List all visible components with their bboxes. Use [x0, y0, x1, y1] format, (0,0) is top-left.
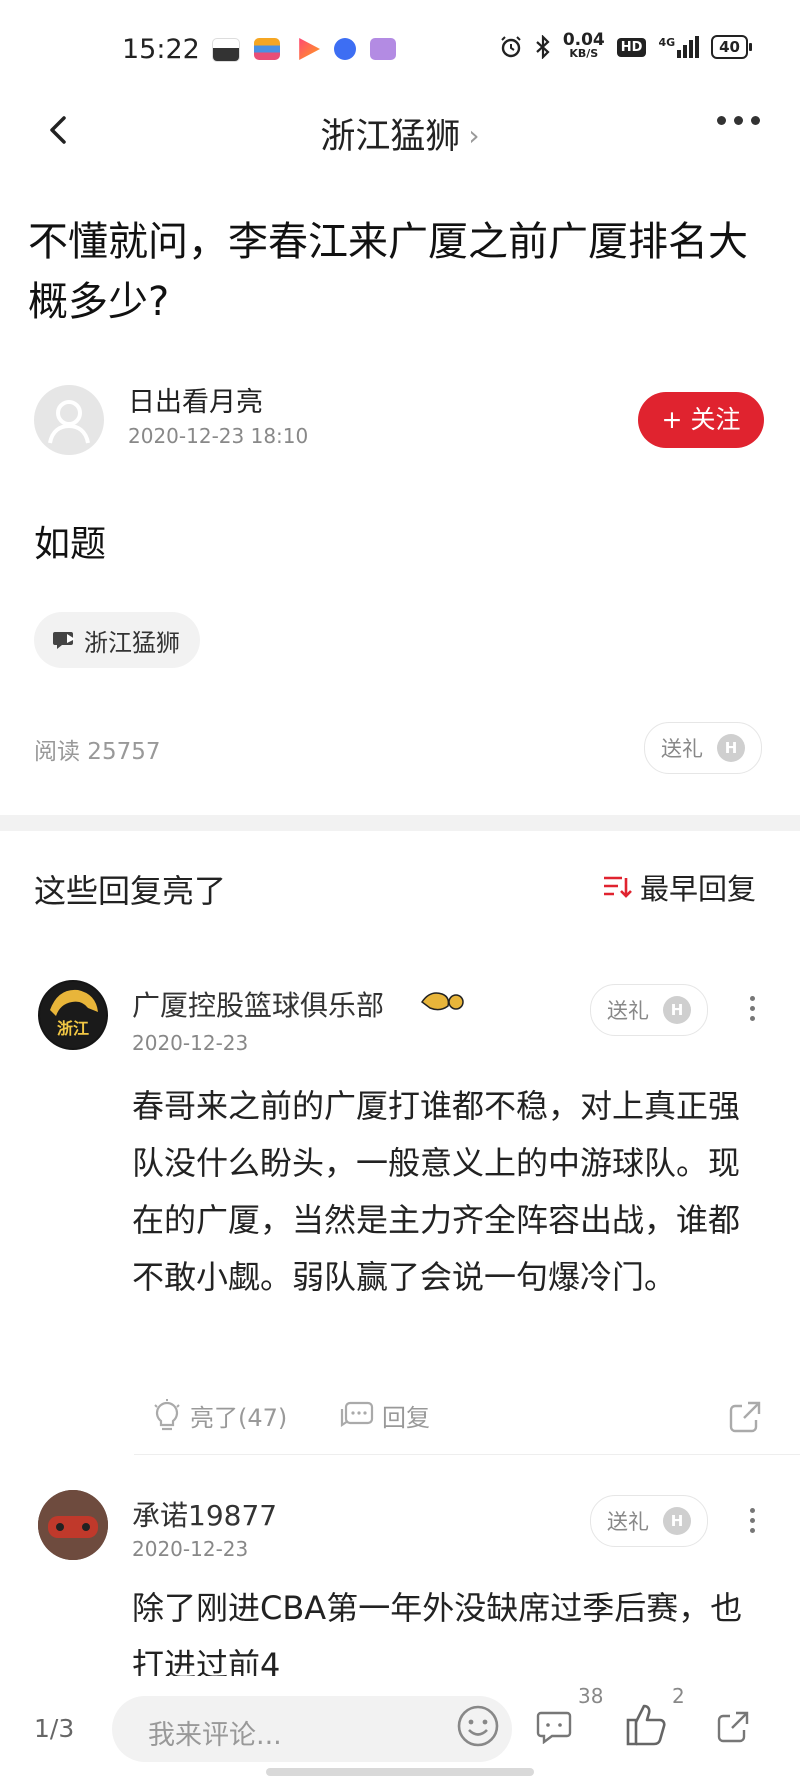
team-badge-icon	[420, 992, 464, 1011]
gallery-notification-icon	[370, 38, 396, 60]
comment-time: 2020-12-23	[132, 1031, 249, 1055]
topic-tag[interactable]: 浙江猛狮	[34, 612, 200, 668]
comment-text: 除了刚进CBA第一年外没缺席过季后赛，也打进过前4	[132, 1589, 743, 1676]
comments-button[interactable]	[536, 1710, 572, 1748]
user-silhouette-icon	[48, 400, 90, 444]
highlighted-replies-title: 这些回复亮了	[34, 872, 227, 910]
like-count: 2	[672, 1684, 685, 1708]
comment-more-button[interactable]	[750, 996, 755, 1021]
comment-text: 春哥来之前的广厦打谁都不稳，对上真正强队没什么盼头，一般意义上的中游球队。现在的…	[132, 1087, 741, 1296]
comment-divider	[134, 1454, 800, 1455]
alarm-icon	[501, 36, 521, 58]
gamepad-avatar-icon	[38, 1490, 108, 1560]
comment-count: 38	[578, 1684, 604, 1708]
club-logo-icon: 浙江	[40, 982, 106, 1048]
read-count: 阅读 25757	[34, 739, 161, 765]
topic-tag-icon	[53, 632, 75, 649]
comment-more-button[interactable]	[750, 1508, 755, 1533]
comment-avatar[interactable]	[38, 1490, 108, 1560]
post-title: 不懂就问，李春江来广厦之前广厦排名大概多少?	[28, 219, 748, 325]
emoji-icon	[457, 1705, 499, 1747]
gift-label: 送礼	[607, 1510, 649, 1534]
topic-tag-label: 浙江猛狮	[84, 628, 180, 657]
comment-bubble-icon	[536, 1711, 572, 1745]
post-time: 2020-12-23 18:10	[128, 424, 309, 448]
like-post-button[interactable]	[622, 1700, 670, 1752]
gift-label: 送礼	[661, 737, 703, 761]
status-icons: 0.04 KB/S HD 4G 40	[499, 30, 752, 61]
comment-author-name[interactable]: 承诺19877	[132, 1494, 277, 1534]
comment-placeholder: 我来评论...	[148, 1720, 282, 1751]
comment-author-name[interactable]: 广厦控股篮球俱乐部	[132, 984, 384, 1024]
bluetooth-icon	[536, 35, 550, 59]
h-coin-icon: H	[663, 996, 691, 1024]
sort-button[interactable]: 最早回复	[602, 866, 756, 908]
app-notification-icon	[212, 38, 240, 62]
share-icon	[717, 1711, 749, 1743]
section-divider	[0, 815, 800, 831]
gift-button[interactable]: 送礼 H	[644, 722, 762, 774]
post-body: 如题	[34, 524, 107, 565]
page-indicator[interactable]: 1/3	[34, 1714, 74, 1743]
more-options-button[interactable]	[717, 116, 760, 125]
h-coin-icon: H	[663, 1507, 691, 1535]
net-speed: 0.04 KB/S	[562, 30, 605, 61]
follow-button[interactable]: + 关注	[638, 392, 764, 448]
hd-badge: HD	[616, 37, 647, 57]
gift-label: 送礼	[607, 999, 649, 1023]
page-title: 浙江猛狮	[320, 117, 461, 157]
sort-label: 最早回复	[639, 872, 756, 906]
author-name[interactable]: 日出看月亮	[128, 380, 263, 419]
emoji-button[interactable]	[456, 1704, 500, 1752]
battery-icon: 40	[711, 35, 752, 59]
forum-title-link[interactable]: 浙江猛狮 ›	[0, 108, 800, 159]
status-time: 15:22	[122, 34, 200, 65]
svg-text:浙江: 浙江	[57, 1019, 89, 1038]
wallet-notification-icon	[254, 38, 280, 60]
baidu-notification-icon	[334, 38, 356, 60]
chevron-right-icon: ›	[468, 119, 480, 152]
comment-gift-button[interactable]: 送礼 H	[590, 984, 708, 1036]
video-notification-icon	[299, 38, 320, 60]
reply-button[interactable]: 回复	[340, 1398, 430, 1433]
share-icon	[729, 1401, 761, 1433]
signal-icon: 4G	[658, 36, 700, 58]
comment-avatar[interactable]: 浙江	[38, 980, 108, 1050]
comment-gift-button[interactable]: 送礼 H	[590, 1495, 708, 1547]
share-comment-button[interactable]	[728, 1400, 762, 1438]
light-up-button[interactable]: 亮了(47)	[152, 1398, 287, 1433]
h-coin-icon: H	[717, 734, 745, 762]
home-indicator[interactable]	[266, 1768, 534, 1776]
share-post-button[interactable]	[716, 1710, 750, 1748]
like-count-label: 亮了(47)	[190, 1404, 288, 1432]
comment-input[interactable]: 我来评论...	[112, 1696, 512, 1762]
reply-icon	[340, 1401, 374, 1427]
author-avatar[interactable]	[34, 385, 104, 455]
notification-icons	[212, 38, 396, 62]
comment-time: 2020-12-23	[132, 1537, 249, 1561]
lightbulb-icon	[154, 1398, 180, 1430]
sort-icon	[603, 876, 632, 898]
thumbs-up-icon	[626, 1704, 666, 1746]
reply-label: 回复	[382, 1404, 430, 1432]
